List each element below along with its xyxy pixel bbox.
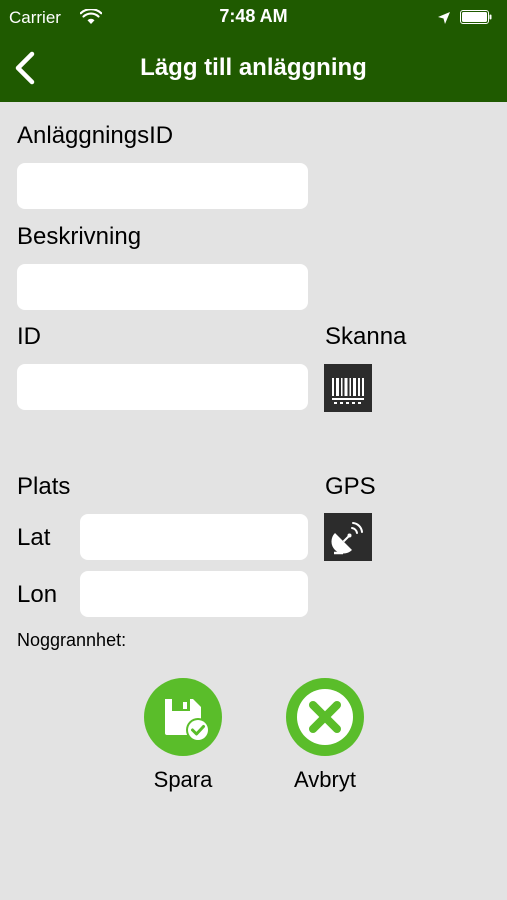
save-label: Spara	[153, 767, 213, 792]
lat-input[interactable]	[80, 514, 308, 560]
id-label: ID	[17, 323, 41, 350]
scan-barcode-button[interactable]	[324, 364, 372, 412]
status-time: 7:48 AM	[219, 6, 288, 26]
cancel-button[interactable]	[285, 677, 365, 757]
beskrivning-input[interactable]	[17, 264, 308, 310]
gps-locate-button[interactable]	[324, 513, 372, 561]
lat-label: Lat	[17, 524, 51, 551]
anlaggnings-id-input[interactable]	[17, 163, 308, 209]
location-arrow-icon	[438, 12, 450, 24]
status-bar: Carrier 7:48 AM	[0, 0, 507, 36]
barcode-icon	[332, 378, 364, 404]
close-circle-icon	[286, 678, 364, 756]
battery-icon	[460, 10, 492, 24]
anlaggnings-id-label: AnläggningsID	[17, 122, 174, 149]
accuracy-label: Noggrannhet:	[17, 630, 127, 650]
save-button[interactable]	[143, 677, 223, 757]
lon-label: Lon	[17, 581, 58, 608]
lon-input[interactable]	[80, 571, 308, 617]
cancel-label: Avbryt	[294, 767, 356, 792]
gps-label: GPS	[325, 473, 376, 500]
skanna-label: Skanna	[325, 323, 407, 350]
satellite-dish-icon	[331, 522, 363, 555]
app-header: Carrier 7:48 AM Lägg till anläggning	[0, 0, 507, 102]
beskrivning-label: Beskrivning	[17, 223, 142, 250]
navigation-bar: Lägg till anläggning	[0, 36, 507, 102]
page-title: Lägg till anläggning	[140, 54, 367, 81]
id-input[interactable]	[17, 364, 308, 410]
floppy-disk-check-icon	[144, 678, 222, 756]
plats-label: Plats	[17, 473, 71, 500]
